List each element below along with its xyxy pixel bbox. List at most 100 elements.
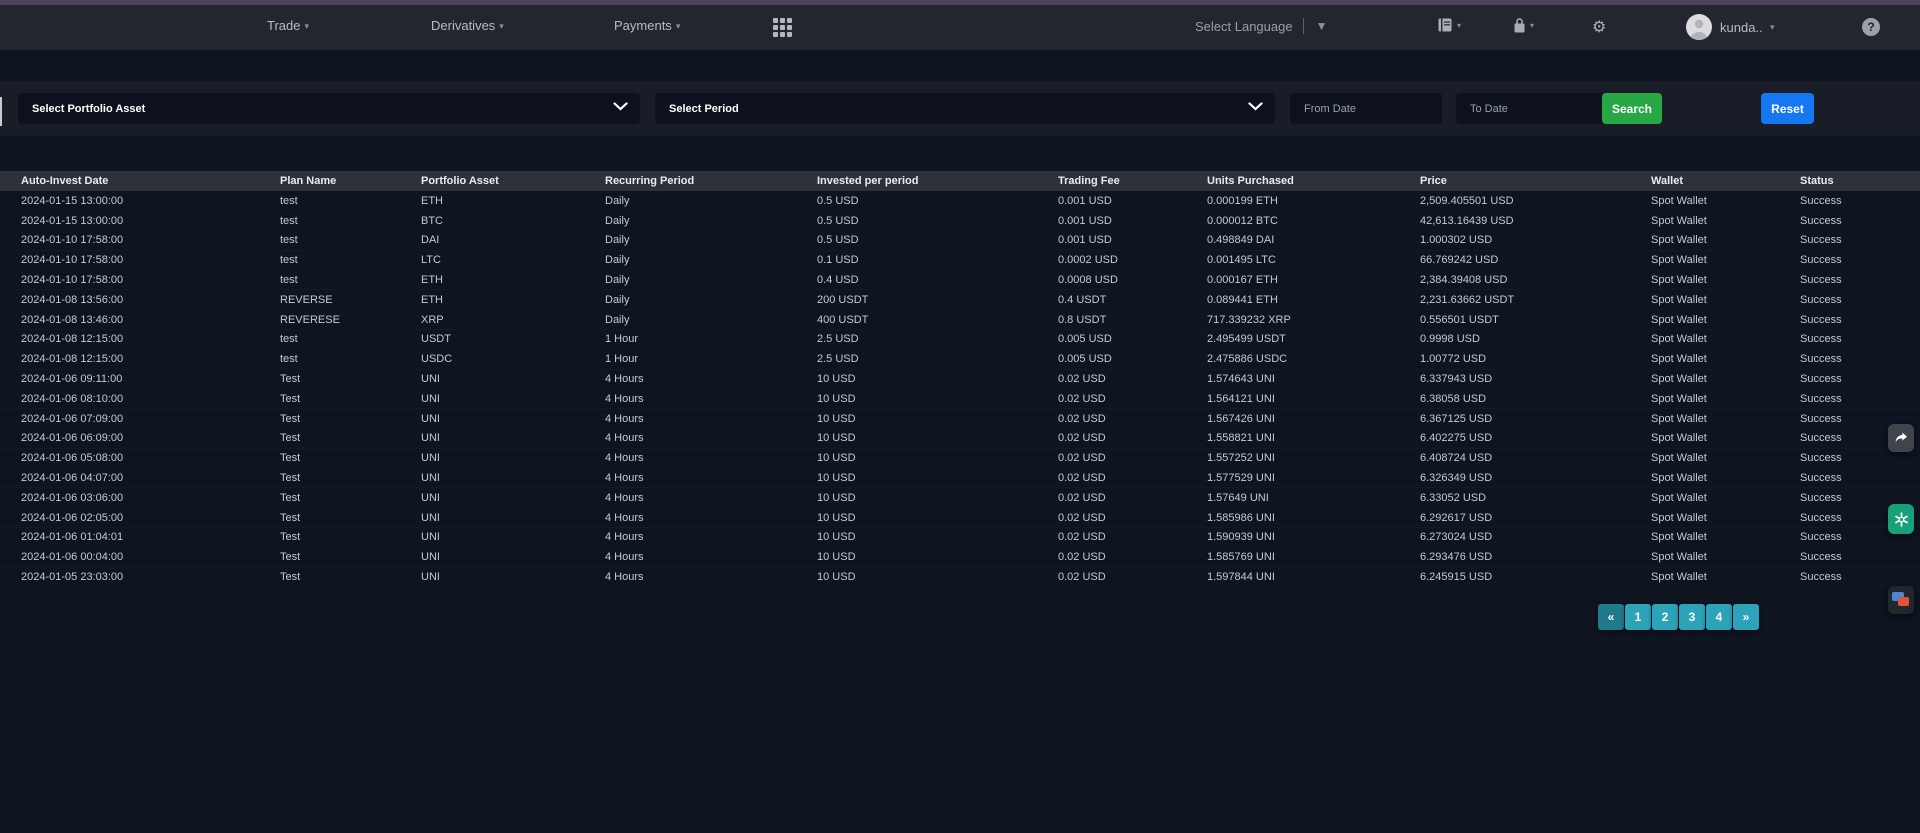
apps-grid-icon[interactable] (773, 18, 794, 37)
table-cell: UNI (421, 488, 605, 508)
to-date-input[interactable] (1456, 93, 1604, 124)
table-row: 2024-01-08 12:15:00testUSDT1 Hour2.5 USD… (0, 330, 1920, 350)
table-cell: Spot Wallet (1651, 429, 1800, 449)
table-cell: test (280, 330, 421, 350)
table-cell: 1.585769 UNI (1207, 547, 1420, 567)
table-cell: 1 Hour (605, 349, 817, 369)
user-menu[interactable]: kunda.. (1720, 20, 1763, 35)
table-cell: USDC (421, 349, 605, 369)
table-cell: 0.1 USD (817, 250, 1058, 270)
portfolio-asset-select[interactable]: Select Portfolio Asset (18, 93, 640, 124)
table-cell: 4 Hours (605, 389, 817, 409)
table-cell: Spot Wallet (1651, 211, 1800, 231)
pagination-page-2[interactable]: 2 (1652, 604, 1678, 630)
table-cell: 2024-01-08 12:15:00 (0, 330, 280, 350)
history-table: Auto-Invest DatePlan NamePortfolio Asset… (0, 171, 1920, 587)
table-cell: Success (1800, 369, 1920, 389)
period-select[interactable]: Select Period (655, 93, 1275, 124)
table-cell: Test (280, 429, 421, 449)
column-header: Portfolio Asset (421, 171, 605, 191)
language-selector[interactable]: Select Language ▼ (1195, 18, 1327, 34)
table-cell: 0.4 USDT (1058, 290, 1207, 310)
table-cell: Daily (605, 290, 817, 310)
column-header: Wallet (1651, 171, 1800, 191)
nav-item-derivatives[interactable]: Derivatives▾ (431, 18, 504, 33)
pagination-page-4[interactable]: 4 (1706, 604, 1732, 630)
table-cell: 4 Hours (605, 369, 817, 389)
table-cell: 1.590939 UNI (1207, 528, 1420, 548)
table-cell: Spot Wallet (1651, 290, 1800, 310)
table-cell: 0.02 USD (1058, 369, 1207, 389)
table-cell: 1 Hour (605, 330, 817, 350)
table-cell: Test (280, 547, 421, 567)
pagination-page-1[interactable]: 1 (1625, 604, 1651, 630)
table-cell: Test (280, 409, 421, 429)
search-button[interactable]: Search (1602, 93, 1662, 124)
table-cell: Spot Wallet (1651, 369, 1800, 389)
table-cell: 1.585986 UNI (1207, 508, 1420, 528)
chevron-down-icon: ▾ (1770, 22, 1775, 33)
table-cell: 6.38058 USD (1420, 389, 1651, 409)
table-cell: Daily (605, 191, 817, 211)
table-cell: 1.564121 UNI (1207, 389, 1420, 409)
table-cell: 10 USD (817, 528, 1058, 548)
nav-item-payments[interactable]: Payments ▾ (614, 18, 680, 33)
table-row: 2024-01-15 13:00:00testETHDaily0.5 USD0.… (0, 191, 1920, 211)
table-cell: UNI (421, 448, 605, 468)
table-cell: Spot Wallet (1651, 250, 1800, 270)
table-cell: 10 USD (817, 547, 1058, 567)
help-button[interactable]: ? (1862, 18, 1880, 36)
table-cell: Test (280, 488, 421, 508)
share-forward-button[interactable] (1888, 424, 1914, 452)
table-cell: UNI (421, 567, 605, 587)
share-forward-icon (1893, 430, 1909, 446)
table-cell: 6.326349 USD (1420, 468, 1651, 488)
select-language-label: Select Language (1195, 19, 1293, 34)
table-row: 2024-01-06 01:04:01TestUNI4 Hours10 USD0… (0, 528, 1920, 548)
table-cell: Success (1800, 270, 1920, 290)
table-cell: Spot Wallet (1651, 468, 1800, 488)
nav-item-trade[interactable]: Trade▾ (267, 18, 309, 33)
table-cell: 2024-01-06 09:11:00 (0, 369, 280, 389)
table-cell: 2024-01-15 13:00:00 (0, 211, 280, 231)
table-cell: 0.005 USD (1058, 330, 1207, 350)
table-cell: Spot Wallet (1651, 508, 1800, 528)
table-cell: Success (1800, 547, 1920, 567)
chevron-down-icon: ▾ (676, 21, 681, 31)
table-cell: 1.57649 UNI (1207, 488, 1420, 508)
table-cell: 0.02 USD (1058, 468, 1207, 488)
table-cell: 2.475886 USDC (1207, 349, 1420, 369)
chat-widget-button[interactable] (1888, 586, 1914, 614)
table-cell: 4 Hours (605, 508, 817, 528)
pagination-pages: 1234 (1625, 604, 1733, 630)
table-row: 2024-01-05 23:03:00TestUNI4 Hours10 USD0… (0, 567, 1920, 587)
security-lock-menu[interactable]: ▾ (1512, 16, 1534, 35)
table-cell: Success (1800, 567, 1920, 587)
table-cell: test (280, 231, 421, 251)
table-cell: Test (280, 369, 421, 389)
chevron-down-icon: ▾ (1530, 21, 1534, 30)
pagination-page-3[interactable]: 3 (1679, 604, 1705, 630)
chevron-down-icon (1248, 102, 1263, 111)
table-cell: 0.556501 USDT (1420, 310, 1651, 330)
table-header: Auto-Invest DatePlan NamePortfolio Asset… (0, 171, 1920, 191)
table-body: 2024-01-15 13:00:00testETHDaily0.5 USD0.… (0, 191, 1920, 587)
user-avatar[interactable] (1686, 14, 1712, 40)
ai-assistant-button[interactable] (1888, 504, 1914, 534)
table-cell: 4 Hours (605, 468, 817, 488)
table-cell: 0.02 USD (1058, 429, 1207, 449)
nav-item-label: Payments (614, 18, 672, 33)
separator (1303, 18, 1304, 34)
reset-button[interactable]: Reset (1761, 93, 1814, 124)
from-date-input[interactable] (1290, 93, 1442, 124)
table-cell: Daily (605, 270, 817, 290)
settings-button[interactable]: ⚙ (1592, 17, 1606, 36)
auto-invest-history-page: Trade▾ Derivatives▾ Payments ▾ Select Lan… (0, 0, 1920, 833)
pagination-prev-button[interactable]: « (1598, 604, 1624, 630)
column-header: Auto-Invest Date (0, 171, 280, 191)
table-cell: 1.567426 UNI (1207, 409, 1420, 429)
pagination-next-button[interactable]: » (1733, 604, 1759, 630)
table-cell: 6.408724 USD (1420, 448, 1651, 468)
table-cell: test (280, 250, 421, 270)
orders-book-menu[interactable]: ▾ (1437, 16, 1461, 35)
